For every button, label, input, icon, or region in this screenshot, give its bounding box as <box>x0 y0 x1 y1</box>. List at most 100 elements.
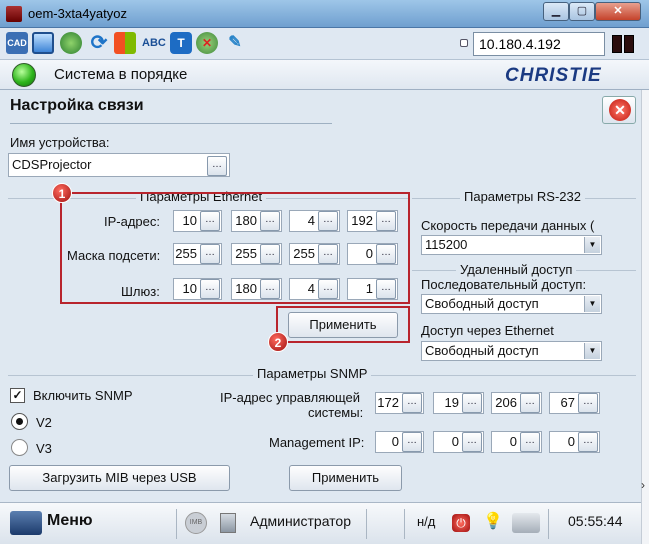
baud-rate-select[interactable]: 115200 ▼ <box>421 235 602 255</box>
status-text: Система в порядке <box>54 66 188 83</box>
document-icon <box>220 513 236 533</box>
cad-icon[interactable]: CAD <box>6 32 28 54</box>
management-ip-octet-4-edit[interactable]: … <box>578 432 598 452</box>
thermometer-icon[interactable]: T <box>170 32 192 54</box>
app-icon <box>6 6 22 22</box>
minimize-button[interactable]: ▁ <box>543 2 569 21</box>
manager-ip-octet-3-value: 206 <box>495 395 517 410</box>
shutter-icon[interactable] <box>512 513 540 533</box>
management-ip-octet-3-edit[interactable]: … <box>520 432 540 452</box>
chevron-down-icon: ▼ <box>584 296 600 312</box>
manager-ip-octet-4-edit[interactable]: … <box>578 393 598 413</box>
management-ip-octet-1[interactable]: 0… <box>375 431 424 453</box>
lamp-indicator-2 <box>624 35 634 53</box>
mib-icon: IMB <box>185 512 207 534</box>
serial-access-select[interactable]: Свободный доступ ▼ <box>421 294 602 314</box>
taskbar-separator <box>176 509 177 539</box>
ethernet-access-select[interactable]: Свободный доступ ▼ <box>421 341 602 361</box>
manager-ip-octet-2[interactable]: 19… <box>433 392 484 414</box>
ip-checkbox[interactable] <box>460 39 468 47</box>
manager-ip-octet-2-edit[interactable]: … <box>462 393 482 413</box>
manager-ip-octet-3[interactable]: 206… <box>491 392 542 414</box>
na-status: н/д <box>417 514 436 529</box>
serial-access-label: Последовательный доступ: <box>421 277 587 292</box>
snmp-section-title: Параметры SNMP <box>253 366 372 381</box>
management-ip-octet-1-value: 0 <box>391 434 399 449</box>
callout-ethernet-box <box>60 192 410 304</box>
taskbar: Меню IMB Администратор н/д ⏻ 💡 05:55:44 <box>0 502 641 544</box>
v2-label: V2 <box>36 415 52 430</box>
manager-ip-label-2: системы: <box>308 405 364 420</box>
v2-radio[interactable] <box>11 413 28 430</box>
clock: 05:55:44 <box>568 513 623 529</box>
management-ip-octet-3[interactable]: 0… <box>491 431 542 453</box>
window-icon[interactable] <box>32 32 54 54</box>
palette-icon[interactable]: ✎ <box>224 32 246 54</box>
window-title-bar: oem-3xta4yatyoz ▁ ▢ ✕ <box>0 0 649 28</box>
chevron-down-icon: ▼ <box>584 343 600 359</box>
lightbulb-icon[interactable]: 💡 <box>483 511 503 531</box>
management-ip-octet-1-edit[interactable]: … <box>402 432 422 452</box>
expand-chevron-icon[interactable]: › <box>641 478 645 492</box>
menu-button[interactable]: Меню <box>47 512 93 530</box>
title-underline <box>10 123 332 124</box>
status-bar: Система в порядке CHRISTIE <box>0 60 649 90</box>
device-name-label: Имя устройства: <box>10 135 110 150</box>
refresh-icon[interactable]: ⟳ <box>88 32 110 54</box>
management-ip-octet-3-value: 0 <box>509 434 517 449</box>
windows-flag-icon[interactable] <box>114 32 136 54</box>
snmp-apply-button[interactable]: Применить <box>289 465 402 491</box>
manager-ip-octet-1[interactable]: 172… <box>375 392 424 414</box>
management-ip-octet-4[interactable]: 0… <box>549 431 600 453</box>
ethernet-access-value: Свободный доступ <box>425 343 539 358</box>
window-close-button[interactable]: ✕ <box>595 2 641 21</box>
globe-icon[interactable] <box>60 32 82 54</box>
management-ip-octet-2[interactable]: 0… <box>433 431 484 453</box>
enable-snmp-checkbox[interactable]: ✓ <box>10 388 25 403</box>
device-name-input[interactable]: CDSProjector <box>8 153 230 177</box>
callout-badge-2: 2 <box>268 332 288 352</box>
v3-radio[interactable] <box>11 439 28 456</box>
christie-logo: CHRISTIE <box>505 65 602 86</box>
manager-ip-octet-1-value: 172 <box>377 395 399 410</box>
management-ip-octet-4-value: 0 <box>567 434 575 449</box>
manager-ip-label-1: IP-адрес управляющей <box>220 390 361 405</box>
status-led-icon <box>12 63 36 87</box>
management-ip-octet-2-edit[interactable]: … <box>462 432 482 452</box>
abc-spell-icon[interactable]: ABC <box>142 32 166 54</box>
right-edge-scroll <box>641 90 649 544</box>
projector-ip-field[interactable]: 10.180.4.192 <box>473 32 605 56</box>
manager-ip-octet-2-value: 19 <box>444 395 459 410</box>
callout-badge-1: 1 <box>52 183 72 203</box>
v3-label: V3 <box>36 441 52 456</box>
maximize-button[interactable]: ▢ <box>569 2 595 21</box>
toolbar: CAD ⟳ ABC T ✕ ✎ 10.180.4.192 <box>0 28 649 60</box>
enable-snmp-label: Включить SNMP <box>33 388 133 403</box>
network-error-icon[interactable]: ✕ <box>196 32 218 54</box>
device-name-edit-button[interactable]: … <box>207 156 227 176</box>
power-icon[interactable]: ⏻ <box>452 514 470 532</box>
rs232-section-title: Параметры RS-232 <box>460 189 585 204</box>
manager-ip-octet-1-edit[interactable]: … <box>402 393 422 413</box>
user-role: Администратор <box>250 513 352 529</box>
baud-rate-label: Скорость передачи данных ( <box>421 218 595 233</box>
serial-access-value: Свободный доступ <box>425 296 539 311</box>
close-panel-button[interactable]: ✕ <box>602 96 636 124</box>
chevron-down-icon: ▼ <box>584 237 600 253</box>
close-icon: ✕ <box>609 99 631 121</box>
manager-ip-octet-4[interactable]: 67… <box>549 392 600 414</box>
ethernet-access-label: Доступ через Ethernet <box>421 323 554 338</box>
load-mib-usb-button[interactable]: Загрузить MIB через USB <box>9 465 230 491</box>
lamp-indicator-1 <box>612 35 622 53</box>
page-title: Настройка связи <box>10 97 144 114</box>
v2-radio-dot <box>16 418 23 425</box>
management-ip-octet-2-value: 0 <box>451 434 459 449</box>
manager-ip-octet-3-edit[interactable]: … <box>520 393 540 413</box>
manager-ip-octet-4-value: 67 <box>560 395 575 410</box>
window-title: oem-3xta4yatyoz <box>28 6 127 21</box>
projector-menu-icon[interactable] <box>10 511 42 535</box>
taskbar-separator <box>548 509 549 539</box>
taskbar-separator <box>404 509 405 539</box>
callout-apply-box <box>276 306 410 343</box>
management-ip-label: Management IP: <box>269 435 365 450</box>
